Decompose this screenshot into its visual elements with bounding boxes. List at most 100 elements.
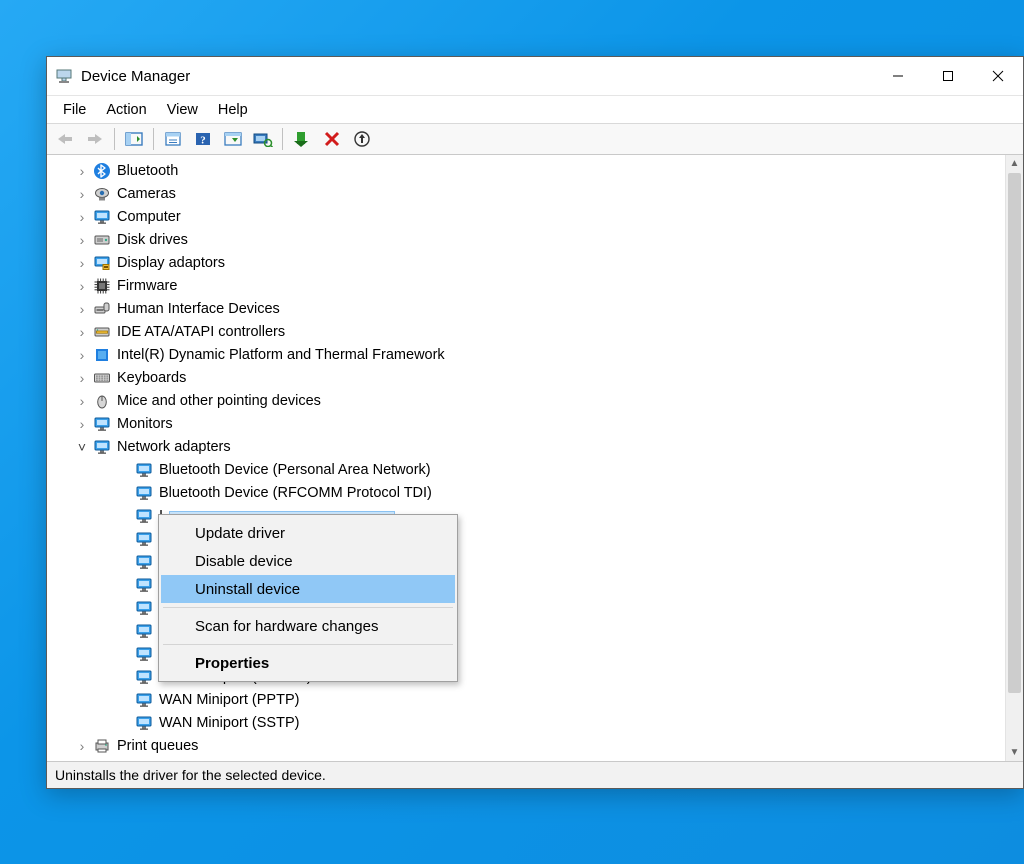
network-adapter-icon (135, 507, 153, 525)
display-adapter-icon (93, 254, 111, 272)
bluetooth-icon (93, 162, 111, 180)
maximize-button[interactable] (923, 57, 973, 95)
chevron-right-icon[interactable]: › (75, 210, 89, 224)
category-human-interface-devices[interactable]: ›Human Interface Devices (47, 297, 1005, 320)
action-list-icon (224, 131, 242, 147)
category-bluetooth[interactable]: › Bluetooth (47, 159, 1005, 182)
category-print-queues[interactable]: ›Print queues (47, 734, 1005, 757)
show-hide-tree-button[interactable] (120, 126, 148, 152)
device-manager-icon (55, 67, 73, 85)
device-item[interactable]: Bluetooth Device (Personal Area Network) (47, 458, 1005, 481)
category-cameras[interactable]: ›Cameras (47, 182, 1005, 205)
ide-icon (93, 323, 111, 341)
window-title: Device Manager (81, 68, 190, 85)
category-keyboards[interactable]: ›Keyboards (47, 366, 1005, 389)
back-button[interactable] (51, 126, 79, 152)
maximize-icon (942, 70, 954, 82)
network-adapter-icon (135, 599, 153, 617)
scroll-thumb[interactable] (1008, 173, 1021, 693)
update-driver-button[interactable] (348, 126, 376, 152)
forward-button[interactable] (81, 126, 109, 152)
category-label: Monitors (117, 416, 173, 432)
category-computer[interactable]: › Computer (47, 205, 1005, 228)
keyboard-icon (93, 369, 111, 387)
chevron-right-icon[interactable]: › (75, 187, 89, 201)
category-network-adapters[interactable]: ˅ Network adapters (47, 435, 1005, 458)
device-label: WAN Miniport (PPTP) (159, 692, 299, 708)
category-monitors[interactable]: › Monitors (47, 412, 1005, 435)
minimize-icon (892, 70, 904, 82)
chevron-right-icon[interactable]: › (75, 371, 89, 385)
menu-action[interactable]: Action (96, 99, 156, 121)
enable-icon (294, 131, 310, 147)
chevron-right-icon[interactable]: › (75, 394, 89, 408)
category-label: Bluetooth (117, 163, 178, 179)
enable-device-button[interactable] (288, 126, 316, 152)
mouse-icon (93, 392, 111, 410)
close-button[interactable] (973, 57, 1023, 95)
network-adapter-icon (135, 484, 153, 502)
category-label: Computer (117, 209, 181, 225)
scroll-down-arrow[interactable]: ▼ (1006, 744, 1023, 761)
chevron-right-icon[interactable]: › (75, 739, 89, 753)
context-menu: Update driverDisable deviceUninstall dev… (158, 514, 458, 682)
chevron-right-icon[interactable]: › (75, 417, 89, 431)
chevron-right-icon[interactable]: › (75, 164, 89, 178)
uninstall-icon (324, 131, 340, 147)
scroll-up-arrow[interactable]: ▲ (1006, 155, 1023, 172)
category-intel-r-dynamic-platform-and-thermal-framework[interactable]: › Intel(R) Dynamic Platform and Thermal F… (47, 343, 1005, 366)
category-ide-ata-atapi-controllers[interactable]: ›IDE ATA/ATAPI controllers (47, 320, 1005, 343)
context-menu-properties[interactable]: Properties (161, 649, 455, 677)
menu-file[interactable]: File (53, 99, 96, 121)
category-label: Intel(R) Dynamic Platform and Thermal Fr… (117, 347, 445, 363)
chip-icon (93, 277, 111, 295)
context-menu-separator (163, 607, 453, 608)
category-display-adaptors[interactable]: › Display adaptors (47, 251, 1005, 274)
chevron-down-icon[interactable]: ˅ (75, 440, 89, 454)
category-firmware[interactable]: ›Firmware (47, 274, 1005, 297)
chevron-right-icon[interactable]: › (75, 325, 89, 339)
menu-help[interactable]: Help (208, 99, 258, 121)
vertical-scrollbar[interactable]: ▲ ▼ (1005, 155, 1023, 761)
scan-hardware-icon (253, 131, 273, 147)
forward-icon (86, 132, 104, 146)
titlebar: Device Manager (47, 57, 1023, 96)
context-menu-separator (163, 644, 453, 645)
monitor-icon (93, 438, 111, 456)
chevron-right-icon[interactable]: › (75, 256, 89, 270)
context-menu-scan-for-hardware-changes[interactable]: Scan for hardware changes (161, 612, 455, 640)
chevron-right-icon[interactable]: › (75, 348, 89, 362)
update-driver-icon (353, 130, 371, 148)
context-menu-uninstall-device[interactable]: Uninstall device (161, 575, 455, 603)
network-adapter-icon (135, 691, 153, 709)
category-label: Mice and other pointing devices (117, 393, 321, 409)
toolbar: ? (47, 123, 1023, 155)
help-button[interactable]: ? (189, 126, 217, 152)
scan-hardware-button[interactable] (249, 126, 277, 152)
category-label: Disk drives (117, 232, 188, 248)
device-item[interactable]: WAN Miniport (PPTP) (47, 688, 1005, 711)
device-label: Bluetooth Device (Personal Area Network) (159, 462, 431, 478)
network-adapter-icon (135, 553, 153, 571)
network-adapter-icon (135, 576, 153, 594)
uninstall-device-button[interactable] (318, 126, 346, 152)
action-list-button[interactable] (219, 126, 247, 152)
device-label: WAN Miniport (SSTP) (159, 715, 299, 731)
back-icon (56, 132, 74, 146)
context-menu-update-driver[interactable]: Update driver (161, 519, 455, 547)
properties-button[interactable] (159, 126, 187, 152)
minimize-button[interactable] (873, 57, 923, 95)
chevron-right-icon[interactable]: › (75, 279, 89, 293)
category-label: Network adapters (117, 439, 231, 455)
network-adapter-icon (135, 530, 153, 548)
category-disk-drives[interactable]: › Disk drives (47, 228, 1005, 251)
menubar: File Action View Help (47, 96, 1023, 123)
category-mice-and-other-pointing-devices[interactable]: › Mice and other pointing devices (47, 389, 1005, 412)
context-menu-disable-device[interactable]: Disable device (161, 547, 455, 575)
device-item[interactable]: Bluetooth Device (RFCOMM Protocol TDI) (47, 481, 1005, 504)
chevron-right-icon[interactable]: › (75, 302, 89, 316)
category-label: Display adaptors (117, 255, 225, 271)
menu-view[interactable]: View (157, 99, 208, 121)
device-item[interactable]: WAN Miniport (SSTP) (47, 711, 1005, 734)
chevron-right-icon[interactable]: › (75, 233, 89, 247)
